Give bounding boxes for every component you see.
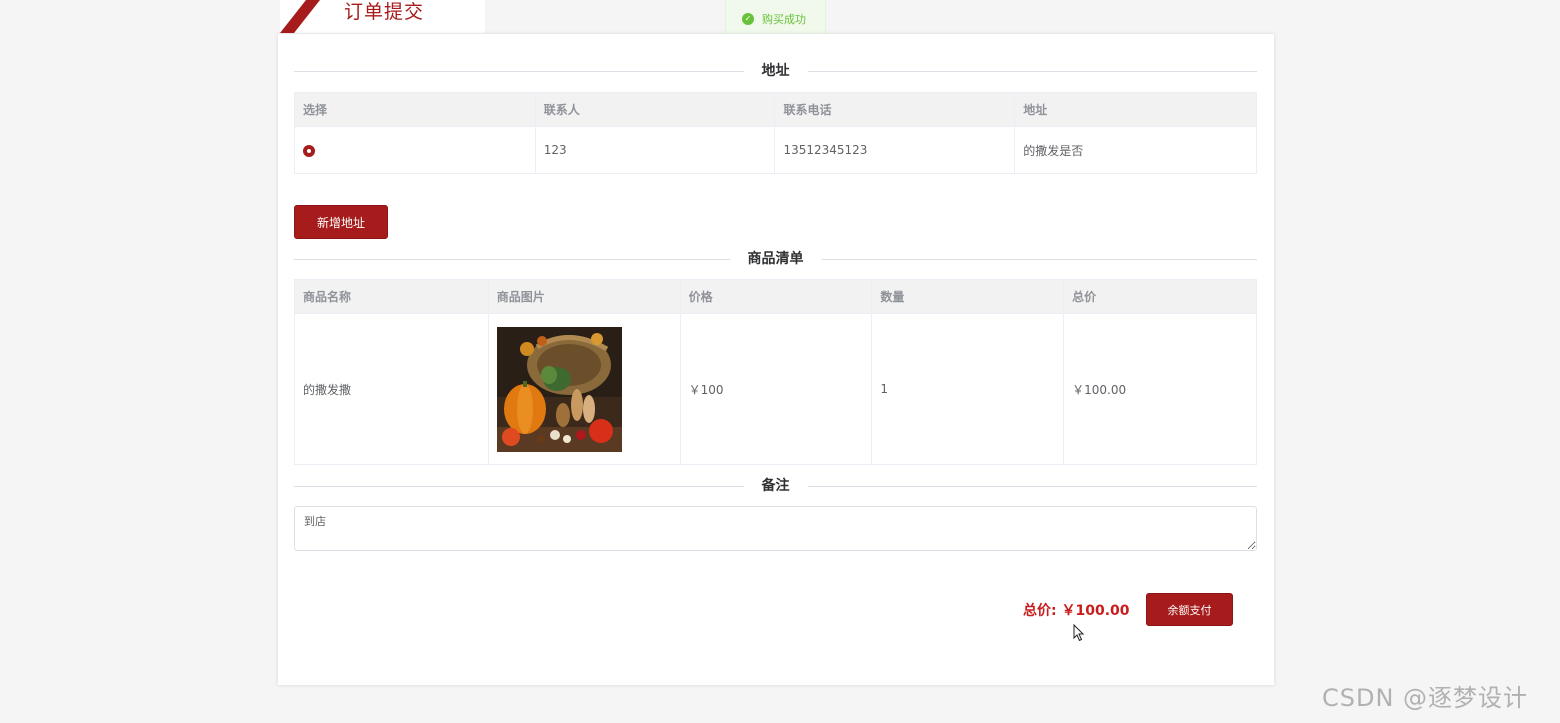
column-header: 联系人 [534,92,776,127]
address-section-title: 地址 [743,61,808,81]
quantity-cell: 1 [871,313,1065,465]
vegetable-basket-image [496,326,622,452]
goods-table: 商品名称 商品图片 价格 数量 总价 的撒发撒 ￥100 1 ￥100.00 [294,279,1257,465]
watermark: CSDN @逐梦设计 [1322,684,1529,712]
column-header: 地址 [1014,92,1257,127]
goods-table-header: 商品名称 商品图片 价格 数量 总价 [294,279,1257,314]
toast-message: 购买成功 [762,12,806,26]
column-header: 选择 [294,92,536,127]
balance-pay-button[interactable]: 余额支付 [1146,593,1233,626]
order-total: 总价: ￥100.00 [1023,600,1130,620]
address-radio[interactable] [303,144,315,157]
address-table-header: 选择 联系人 联系电话 地址 [294,92,1257,127]
select-cell[interactable] [294,126,536,174]
remark-input[interactable]: 到店 [294,506,1257,551]
goods-section-title: 商品清单 [729,249,822,269]
address-table: 选择 联系人 联系电话 地址 123 13512345123 的撒发是否 [294,92,1257,174]
total-label: 总价: [1023,603,1057,619]
column-header: 总价 [1063,279,1257,314]
mouse-cursor-icon [1073,624,1085,642]
contact-cell: 123 [534,126,776,174]
product-image-cell [487,313,681,465]
total-value: ￥100.00 [1061,603,1130,619]
column-header: 商品名称 [294,279,489,314]
remark-section-title: 备注 [743,476,808,496]
product-name-cell: 的撒发撒 [294,313,489,465]
page-title: 订单提交 [344,1,425,23]
add-address-button[interactable]: 新增地址 [294,205,388,239]
column-header: 价格 [679,279,873,314]
address-divider: 地址 [294,61,1257,81]
price-cell: ￥100 [679,313,873,465]
column-header: 联系电话 [774,92,1016,127]
remark-divider: 备注 [294,476,1257,496]
table-row: 的撒发撒 ￥100 1 ￥100.00 [294,313,1257,465]
page-header: 订单提交 [280,0,485,33]
order-card: 地址 选择 联系人 联系电话 地址 123 13512345123 的撒发是否 … [278,34,1274,685]
goods-divider: 商品清单 [294,249,1257,269]
success-toast: ✓ 购买成功 [725,0,826,38]
column-header: 商品图片 [487,279,681,314]
check-circle-icon: ✓ [742,12,754,25]
table-row[interactable]: 123 13512345123 的撒发是否 [294,126,1257,174]
subtotal-cell: ￥100.00 [1063,313,1257,465]
column-header: 数量 [871,279,1065,314]
address-cell: 的撒发是否 [1014,126,1257,174]
phone-cell: 13512345123 [774,126,1016,174]
header-decoration [280,0,320,33]
